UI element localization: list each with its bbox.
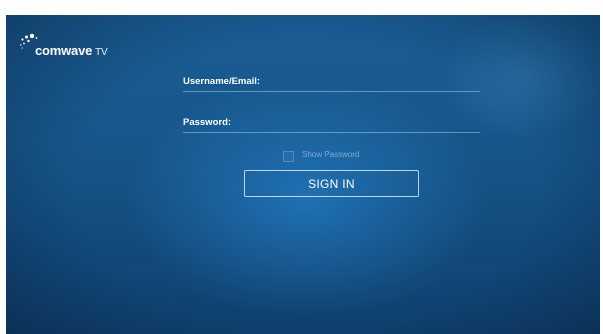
password-field[interactable]: Password:	[183, 110, 480, 133]
password-label: Password:	[183, 117, 232, 128]
login-screen: comwave TV Username/Email: Password: Show…	[6, 15, 600, 334]
password-input[interactable]	[273, 114, 480, 130]
sign-in-button[interactable]: SIGN IN	[244, 170, 419, 197]
username-field[interactable]: Username/Email:	[183, 69, 480, 92]
brand-suffix: TV	[95, 47, 108, 58]
brand-wordmark: comwave TV	[35, 43, 108, 58]
brand-name: comwave	[35, 43, 93, 58]
show-password-label[interactable]: Show Password	[302, 150, 359, 159]
brand-logo: comwave TV	[19, 33, 129, 59]
username-label: Username/Email:	[183, 76, 261, 87]
username-input[interactable]	[273, 73, 480, 89]
show-password-checkbox[interactable]	[283, 151, 294, 162]
